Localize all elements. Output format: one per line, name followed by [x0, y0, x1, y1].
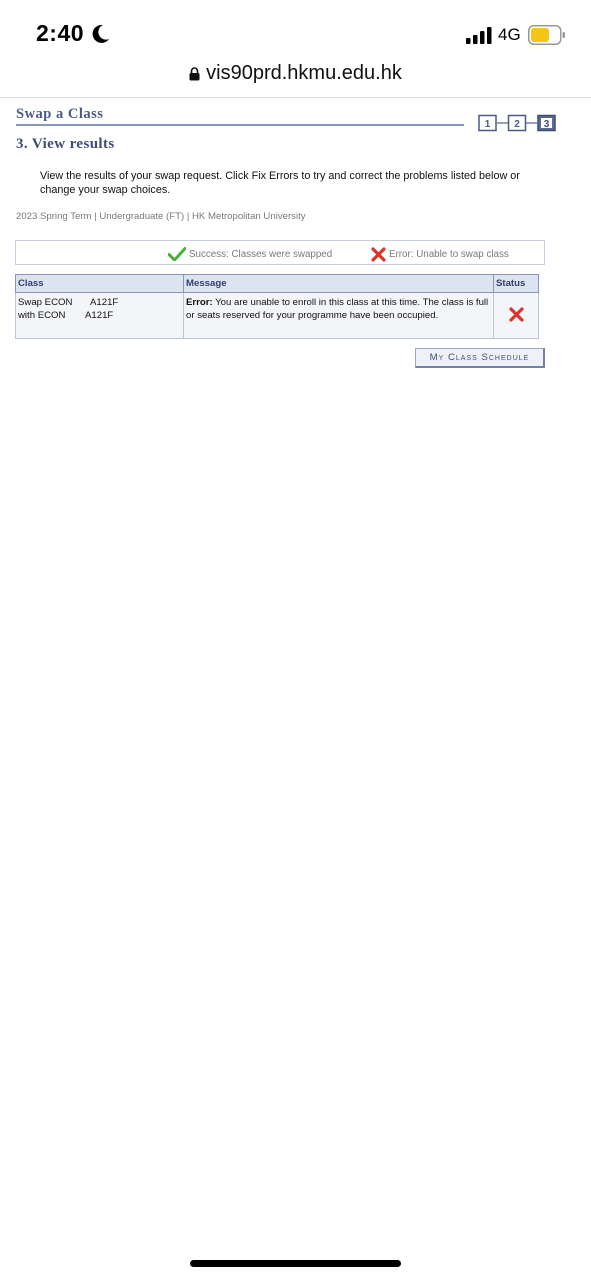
table-row: Swap ECON A121F with ECON A121F Error: You… [15, 292, 539, 339]
step-2-label: 2 [514, 119, 520, 130]
class-line2-b: A121F [85, 310, 114, 321]
legend-success: Success: Classes were swapped [168, 247, 332, 261]
header-status: Status [493, 274, 539, 293]
step-3-active: 3 [537, 114, 556, 132]
step-3-label: 3 [544, 119, 550, 130]
url-text: vis90prd.hkmu.edu.hk [206, 62, 402, 84]
status-bar: 2:40 4G [0, 0, 591, 60]
results-table: Class Message Status Swap ECON A121F with… [15, 274, 539, 339]
battery-icon [528, 25, 565, 45]
address-bar[interactable]: vis90prd.hkmu.edu.hk [0, 62, 591, 94]
class-line1-a: Swap ECON [18, 297, 73, 308]
step-1: 1 [478, 114, 497, 132]
success-check-icon [168, 247, 186, 261]
header-class: Class [15, 274, 184, 293]
error-x-icon [371, 247, 386, 262]
home-indicator[interactable] [190, 1260, 401, 1267]
error-x-icon [508, 306, 524, 322]
message-cell: Error: You are unable to enroll in this … [183, 292, 494, 339]
term-info: 2023 Spring Term | Undergraduate (FT) | … [16, 211, 306, 222]
legend-success-label: Success: Classes were swapped [189, 248, 333, 260]
title-rule [16, 124, 464, 126]
header-message: Message [183, 274, 494, 293]
class-line2-a: with ECON [18, 310, 66, 321]
instructions-text: View the results of your swap request. C… [40, 170, 520, 196]
moon-icon [92, 24, 109, 43]
message-text: You are unable to enroll in this class a… [186, 297, 489, 321]
legend-error-label: Error: Unable to swap class [389, 249, 509, 260]
class-cell: Swap ECON A121F with ECON A121F [15, 292, 184, 339]
message-error-label: Error: [186, 297, 213, 308]
page-title: Swap a Class [16, 106, 104, 122]
signal-icon [466, 27, 492, 44]
table-header-row: Class Message Status [15, 274, 539, 293]
step-2: 2 [507, 114, 527, 132]
clock: 2:40 [36, 20, 85, 46]
status-legend: Success: Classes were swapped Error: Una… [15, 240, 545, 265]
legend-error: Error: Unable to swap class [371, 247, 509, 262]
step-title: 3. View results [16, 136, 115, 152]
step-1-label: 1 [485, 119, 491, 130]
network-type: 4G [498, 25, 521, 44]
status-cell [493, 292, 539, 339]
my-class-schedule-button[interactable]: My Class Schedule [415, 348, 545, 368]
lock-icon [189, 66, 200, 80]
divider [0, 97, 591, 98]
step-indicator: 1 2 3 [478, 114, 556, 132]
class-line1-b: A121F [90, 297, 119, 308]
